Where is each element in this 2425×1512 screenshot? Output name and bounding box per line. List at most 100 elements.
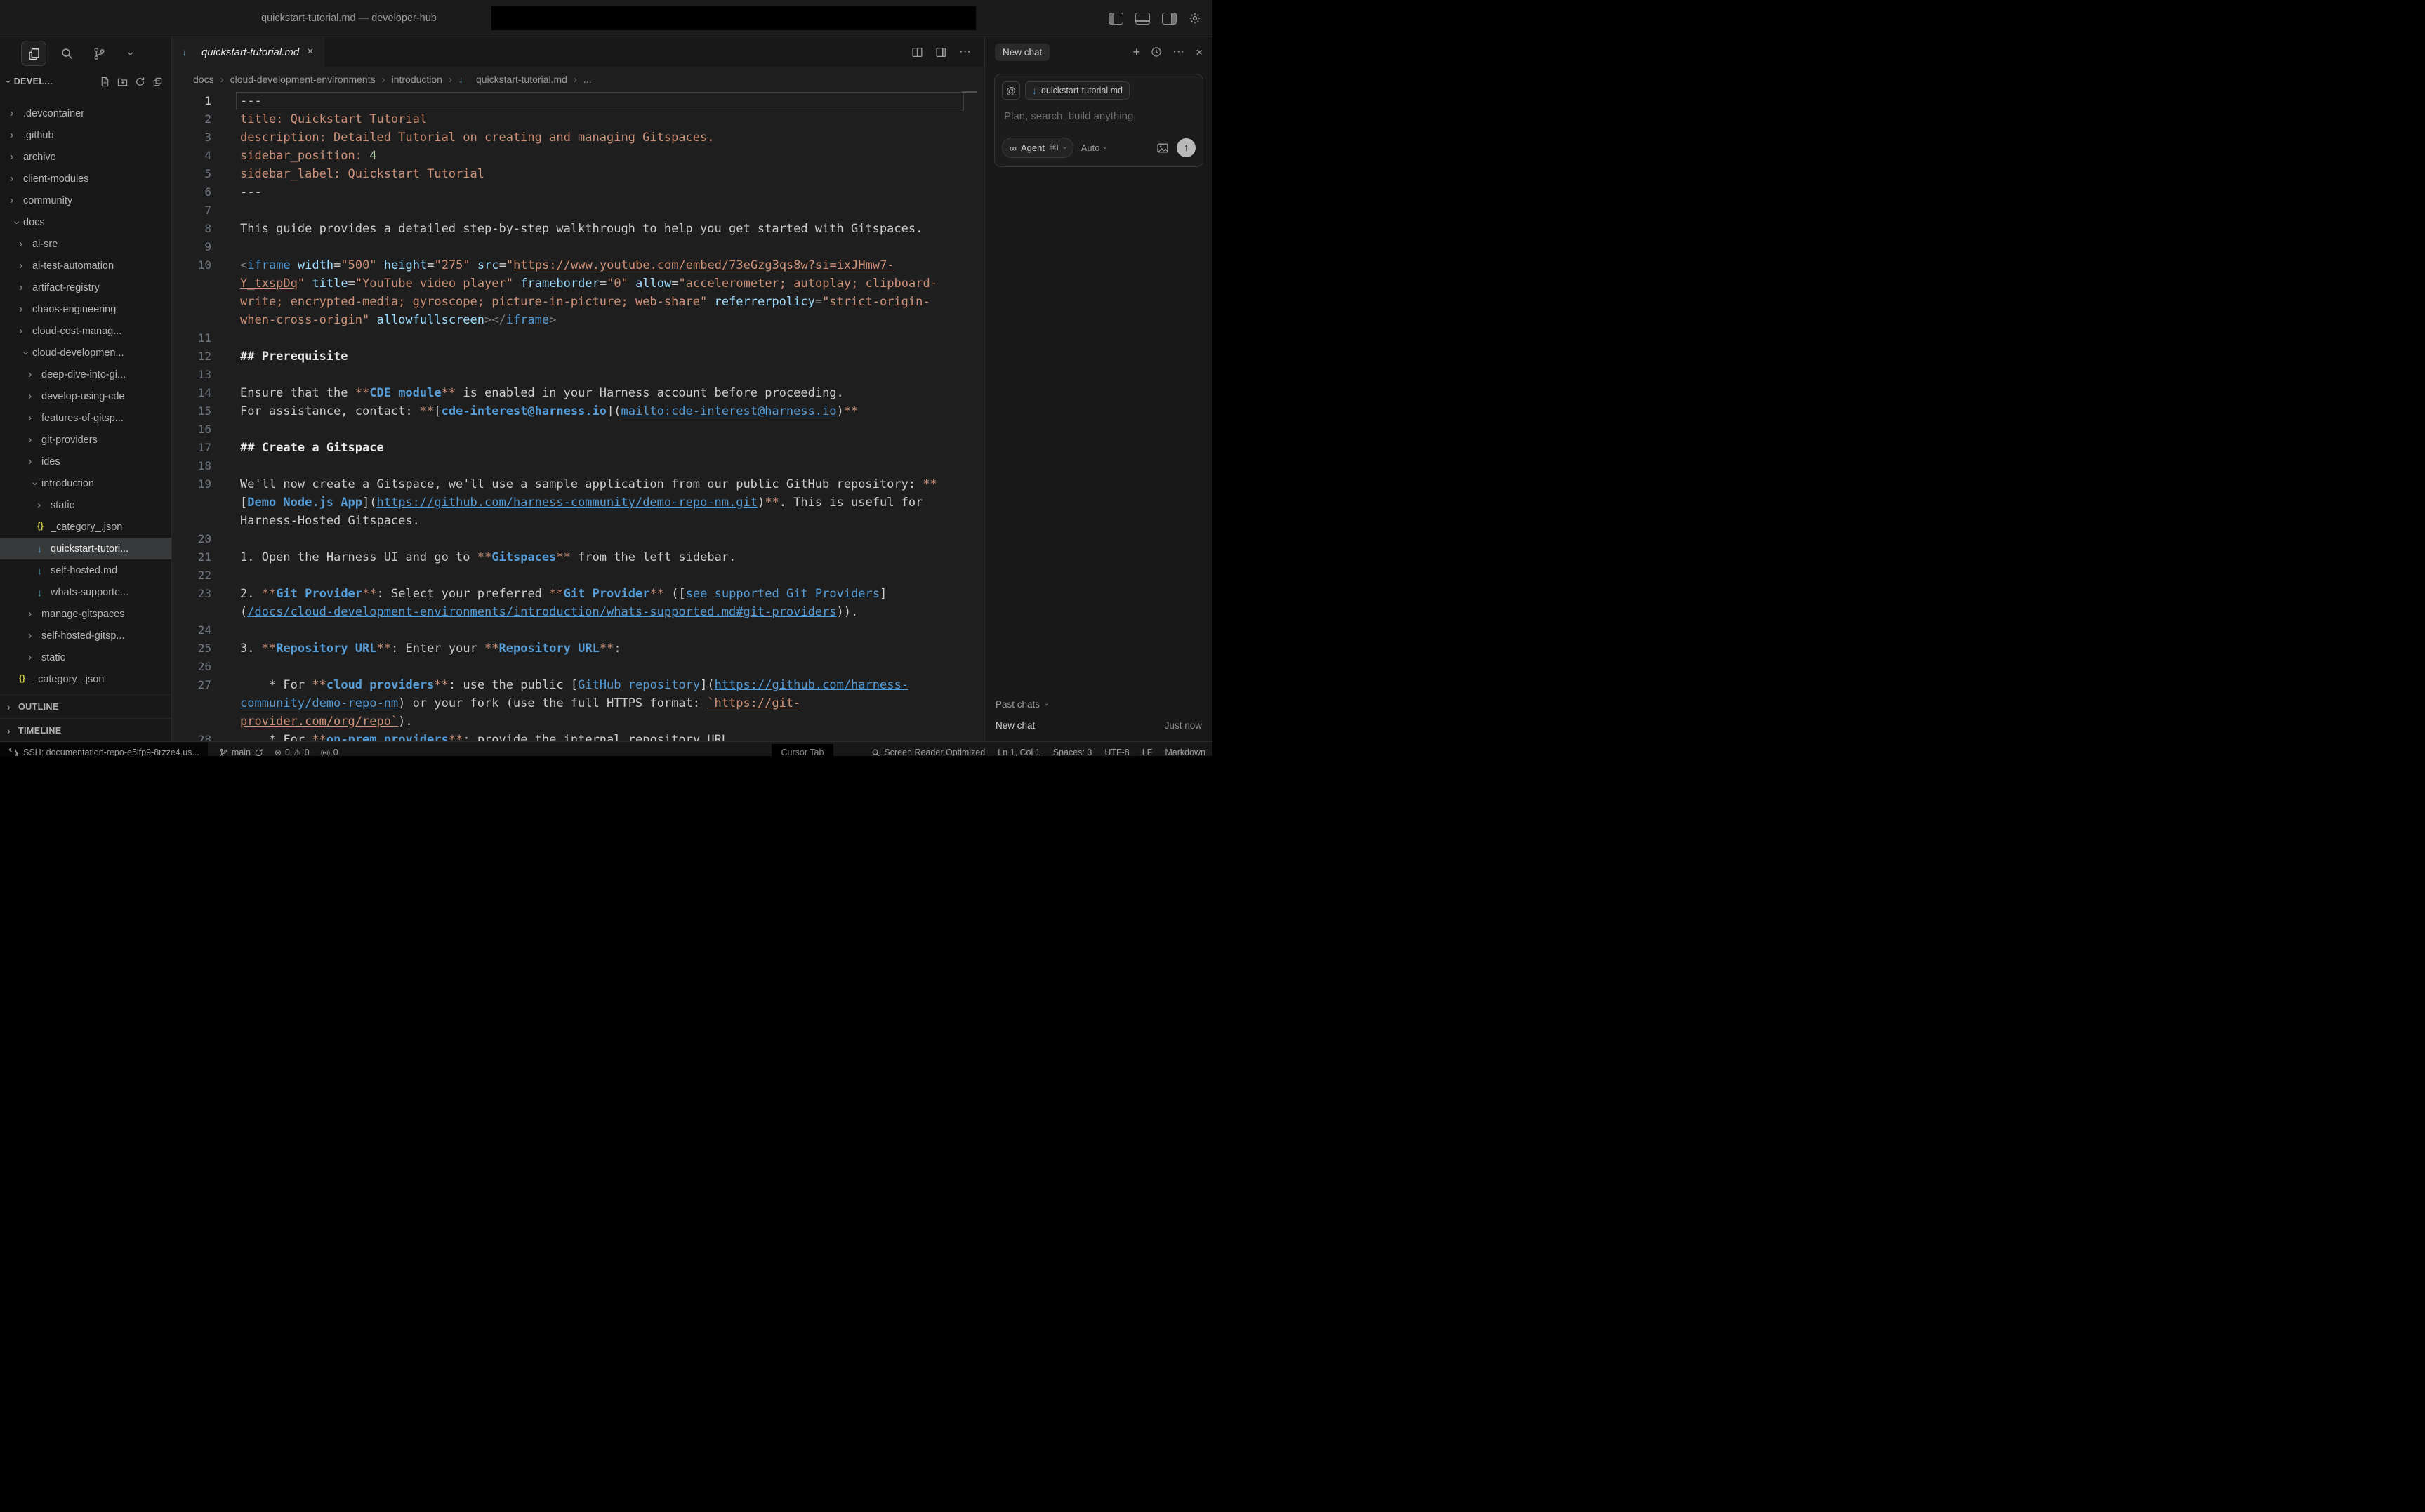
code-line-3[interactable]: 3description: Detailed Tutorial on creat… [172,128,984,147]
explorer-section-header[interactable]: › DEVEL... [0,69,171,93]
line-number[interactable]: 25 [172,639,211,658]
tree-item-whats-supporte[interactable]: ↓whats-supporte... [0,581,171,603]
ports-status[interactable]: 0 [321,748,338,756]
more-actions-icon[interactable]: ⋯ [959,45,972,59]
line-number[interactable]: 10 [172,256,211,329]
tree-item-docs[interactable]: ›docs [0,211,171,233]
line-number[interactable]: 23 [172,585,211,621]
code-line-2[interactable]: 2title: Quickstart Tutorial [172,110,984,128]
history-icon[interactable] [1151,46,1162,58]
tree-item-client-modules[interactable]: ›client-modules [0,168,171,190]
encoding-status[interactable]: UTF-8 [1104,748,1129,756]
line-number[interactable]: 17 [172,439,211,457]
split-editor-icon[interactable] [911,46,923,58]
tree-item-manage-gitspaces[interactable]: ›manage-gitspaces [0,603,171,625]
breadcrumb-item-quickstart-tutorial-md[interactable]: ↓quickstart-tutorial.md [458,74,567,85]
line-number[interactable]: 20 [172,530,211,548]
line-number[interactable]: 19 [172,475,211,530]
tree-item-self-hosted-gitsp[interactable]: ›self-hosted-gitsp... [0,625,171,646]
code-line-25[interactable]: 253. **Repository URL**: Enter your **Re… [172,639,984,658]
tree-item-artifact-registry[interactable]: ›artifact-registry [0,277,171,298]
past-chat-item[interactable]: New chat Just now [996,720,1202,731]
cursor-position-status[interactable]: Ln 1, Col 1 [998,748,1040,756]
tree-item-category-json[interactable]: {}_category_.json [0,516,171,538]
line-number[interactable]: 21 [172,548,211,566]
tree-item-archive[interactable]: ›archive [0,146,171,168]
tree-item-features-of-gitsp[interactable]: ›features-of-gitsp... [0,407,171,429]
tree-item-quickstart-tutori[interactable]: ↓quickstart-tutori... [0,538,171,559]
tree-item-self-hosted-md[interactable]: ↓self-hosted.md [0,559,171,581]
code-line-4[interactable]: 4sidebar_position: 4 [172,147,984,165]
line-number[interactable]: 15 [172,402,211,420]
code-line-19[interactable]: 19We'll now create a Gitspace, we'll use… [172,475,984,530]
code-line-13[interactable]: 13 [172,366,984,384]
code-line-16[interactable]: 16 [172,420,984,439]
search-icon[interactable] [55,41,79,65]
tree-item-ai-sre[interactable]: ›ai-sre [0,233,171,255]
chat-close-icon[interactable]: × [1196,46,1203,58]
line-number[interactable]: 8 [172,220,211,238]
line-number[interactable]: 14 [172,384,211,402]
code-line-15[interactable]: 15For assistance, contact: **[cde-intere… [172,402,984,420]
code-line-12[interactable]: 12## Prerequisite [172,347,984,366]
tree-item-devcontainer[interactable]: ›.devcontainer [0,102,171,124]
code-line-14[interactable]: 14Ensure that the **CDE module** is enab… [172,384,984,402]
line-number[interactable]: 6 [172,183,211,201]
tree-item-git-providers[interactable]: ›git-providers [0,429,171,451]
line-number[interactable]: 12 [172,347,211,366]
layout-icon[interactable] [935,46,947,58]
model-selector[interactable]: Auto › [1081,142,1106,153]
outline-section[interactable]: › OUTLINE [0,694,171,718]
language-mode-status[interactable]: Markdown [1165,748,1205,756]
context-file-chip[interactable]: ↓ quickstart-tutorial.md [1025,81,1130,100]
code-line-23[interactable]: 232. **Git Provider**: Select your prefe… [172,585,984,621]
breadcrumb-item-introduction[interactable]: introduction [392,74,442,85]
line-number[interactable]: 22 [172,566,211,585]
screen-reader-status[interactable]: Screen Reader Optimized [871,748,985,756]
tree-item-chaos-engineering[interactable]: ›chaos-engineering [0,298,171,320]
line-number[interactable]: 9 [172,238,211,256]
settings-gear-icon[interactable] [1189,12,1201,25]
problems-status[interactable]: ⊗ 0 ⚠ 0 [275,748,310,756]
tree-item-github[interactable]: ›.github [0,124,171,146]
tree-item-cloud-cost-manag[interactable]: ›cloud-cost-manag... [0,320,171,342]
tree-item-static[interactable]: ›static [0,494,171,516]
line-number[interactable]: 26 [172,658,211,676]
line-number[interactable]: 7 [172,201,211,220]
line-number[interactable]: 5 [172,165,211,183]
code-line-27[interactable]: 27 * For **cloud providers**: use the pu… [172,676,984,731]
indentation-status[interactable]: Spaces: 3 [1053,748,1092,756]
tree-item-deep-dive-into-gi[interactable]: ›deep-dive-into-gi... [0,364,171,385]
code-line-9[interactable]: 9 [172,238,984,256]
line-number[interactable]: 1 [172,92,211,110]
code-line-26[interactable]: 26 [172,658,984,676]
agent-mode-selector[interactable]: ∞ Agent ⌘I › [1002,138,1073,158]
chat-input-box[interactable]: @ ↓ quickstart-tutorial.md Plan, search,… [994,74,1203,167]
send-button[interactable]: ↑ [1177,138,1196,157]
eol-status[interactable]: LF [1142,748,1153,756]
new-file-icon[interactable] [100,77,110,87]
cursor-tab-status[interactable]: Cursor Tab [772,744,834,756]
line-number[interactable]: 13 [172,366,211,384]
code-line-7[interactable]: 7 [172,201,984,220]
tree-item-cloud-developmen[interactable]: ›cloud-developmen... [0,342,171,364]
code-line-17[interactable]: 17## Create a Gitspace [172,439,984,457]
line-number[interactable]: 2 [172,110,211,128]
refresh-icon[interactable] [135,77,145,87]
line-number[interactable]: 28 [172,731,211,742]
chat-more-icon[interactable]: ⋯ [1172,45,1185,59]
tab-quickstart-tutorial[interactable]: ↓ quickstart-tutorial.md × [172,37,324,67]
line-number[interactable]: 24 [172,621,211,639]
code-line-1[interactable]: 1--- [172,92,984,110]
breadcrumb-item-docs[interactable]: docs [193,74,214,85]
line-number[interactable]: 3 [172,128,211,147]
toggle-secondary-sidebar-icon[interactable] [1162,13,1177,25]
tree-item-community[interactable]: ›community [0,190,171,211]
tab-close-icon[interactable]: × [307,46,313,58]
chat-tab[interactable]: New chat [995,44,1050,61]
code-line-18[interactable]: 18 [172,457,984,475]
tree-item-introduction[interactable]: ›introduction [0,472,171,494]
tree-item-develop-using-cde[interactable]: ›develop-using-cde [0,385,171,407]
tree-item-ai-test-automation[interactable]: ›ai-test-automation [0,255,171,277]
editor-lines[interactable]: 1---2title: Quickstart Tutorial3descript… [172,92,984,742]
